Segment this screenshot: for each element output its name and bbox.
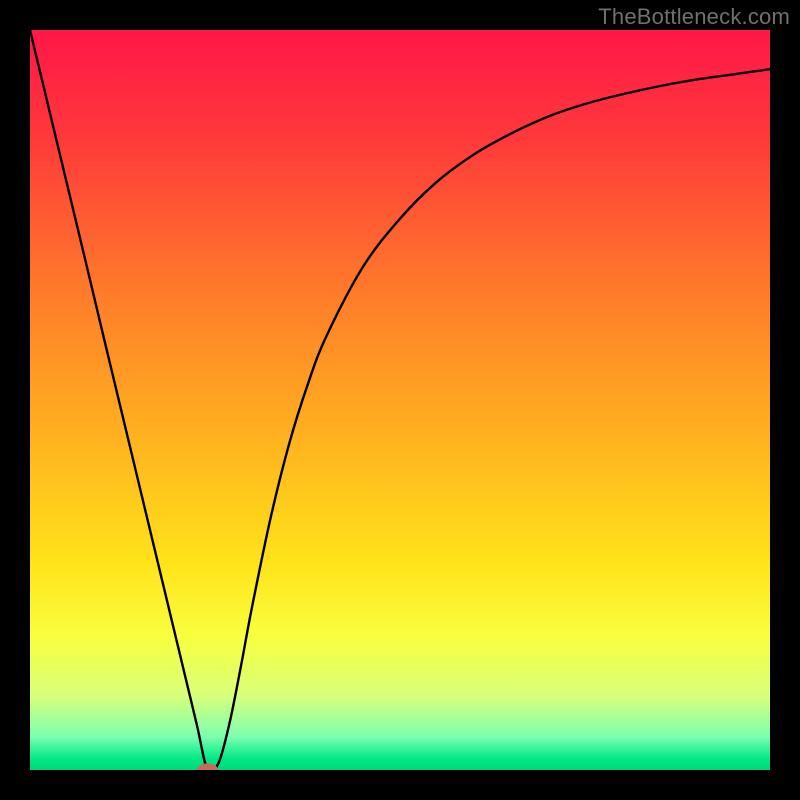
watermark-label: TheBottleneck.com [598,4,790,30]
bottleneck-chart [30,30,770,770]
gradient-background [30,30,770,770]
plot-area [30,30,770,770]
chart-frame: TheBottleneck.com [0,0,800,800]
